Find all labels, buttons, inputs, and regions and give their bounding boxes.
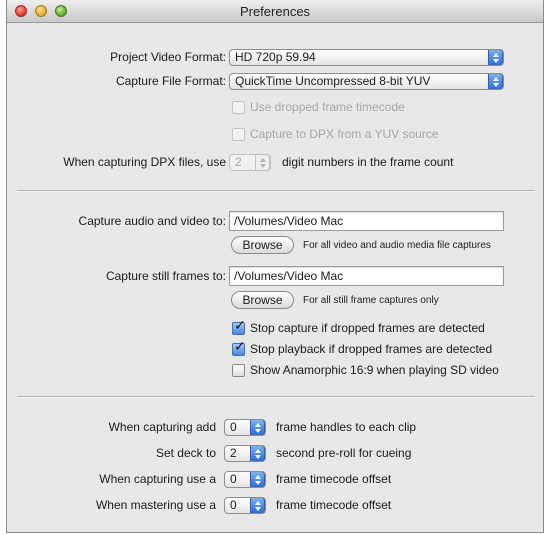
capture-av-path-field[interactable]: /Volumes/Video Mac (229, 211, 504, 231)
dpx-digits-popup[interactable]: 2 (229, 154, 271, 171)
preroll-value: 2 (230, 446, 237, 460)
dpx-digits-value: 2 (235, 155, 242, 169)
preroll-popup[interactable]: 2 (224, 445, 266, 462)
stop-capture-checkbox[interactable] (232, 318, 246, 335)
capture-file-format-label: Capture File Format: (115, 74, 226, 88)
section-divider (17, 396, 535, 398)
popup-arrows-icon (250, 498, 265, 513)
dpx-digits-prefix-label: When capturing DPX files, use (63, 155, 226, 169)
handles-prefix-label: When capturing add (108, 420, 216, 434)
capture-still-path-field[interactable]: /Volumes/Video Mac (229, 266, 504, 286)
master-offset-popup[interactable]: 0 (224, 497, 266, 514)
popup-arrows-icon (250, 472, 265, 487)
show-anamorphic-label: Show Anamorphic 16:9 when playing SD vid… (250, 363, 499, 377)
capture-offset-popup[interactable]: 0 (224, 471, 266, 488)
popup-arrows-icon (488, 50, 503, 65)
browse-still-button[interactable]: Browse (231, 291, 294, 309)
handles-popup[interactable]: 0 (224, 419, 266, 436)
popup-arrows-icon (250, 446, 265, 461)
master-offset-value: 0 (230, 498, 237, 512)
project-video-format-label: Project Video Format: (110, 50, 226, 64)
handles-suffix-label: frame handles to each clip (276, 420, 417, 434)
window-title: Preferences (239, 4, 311, 19)
capture-av-label: Capture audio and video to: (78, 214, 226, 228)
stop-capture-label: Stop capture if dropped frames are detec… (250, 321, 485, 335)
popup-arrows-icon (250, 420, 265, 435)
capture-still-note: For all still frame captures only (303, 295, 439, 306)
title-bar[interactable]: Preferences (7, 0, 543, 23)
stop-playback-label: Stop playback if dropped frames are dete… (250, 342, 493, 356)
section-divider (17, 190, 535, 192)
capture-file-format-popup[interactable]: QuickTime Uncompressed 8-bit YUV (229, 73, 504, 90)
capture-to-dpx-checkbox[interactable] (232, 128, 245, 141)
capture-file-format-value: QuickTime Uncompressed 8-bit YUV (235, 74, 431, 88)
dpx-digits-suffix-label: digit numbers in the frame count (282, 155, 454, 169)
project-video-format-value: HD 720p 59.94 (235, 50, 316, 64)
browse-av-button[interactable]: Browse (231, 236, 294, 254)
popup-arrows-icon (255, 155, 270, 170)
capture-offset-prefix-label: When capturing use a (99, 472, 216, 486)
handles-value: 0 (230, 420, 237, 434)
project-video-format-popup[interactable]: HD 720p 59.94 (229, 49, 504, 66)
capture-to-dpx-label: Capture to DPX from a YUV source (250, 127, 439, 141)
show-anamorphic-checkbox[interactable] (232, 364, 245, 377)
master-offset-prefix-label: When mastering use a (95, 498, 216, 512)
master-offset-suffix-label: frame timecode offset (276, 498, 392, 512)
use-dropped-frame-timecode-checkbox[interactable] (232, 101, 245, 114)
use-dropped-frame-timecode-label: Use dropped frame timecode (250, 100, 405, 114)
preferences-window: Preferences Project Video Format: HD 720… (6, 0, 544, 533)
capture-av-note: For all video and audio media file captu… (303, 240, 491, 251)
capture-offset-value: 0 (230, 472, 237, 486)
stop-playback-checkbox[interactable] (232, 339, 246, 356)
capture-offset-suffix-label: frame timecode offset (276, 472, 392, 486)
preroll-prefix-label: Set deck to (155, 446, 216, 460)
popup-arrows-icon (488, 74, 503, 89)
capture-still-label: Capture still frames to: (105, 269, 226, 283)
preroll-suffix-label: second pre-roll for cueing (276, 446, 412, 460)
